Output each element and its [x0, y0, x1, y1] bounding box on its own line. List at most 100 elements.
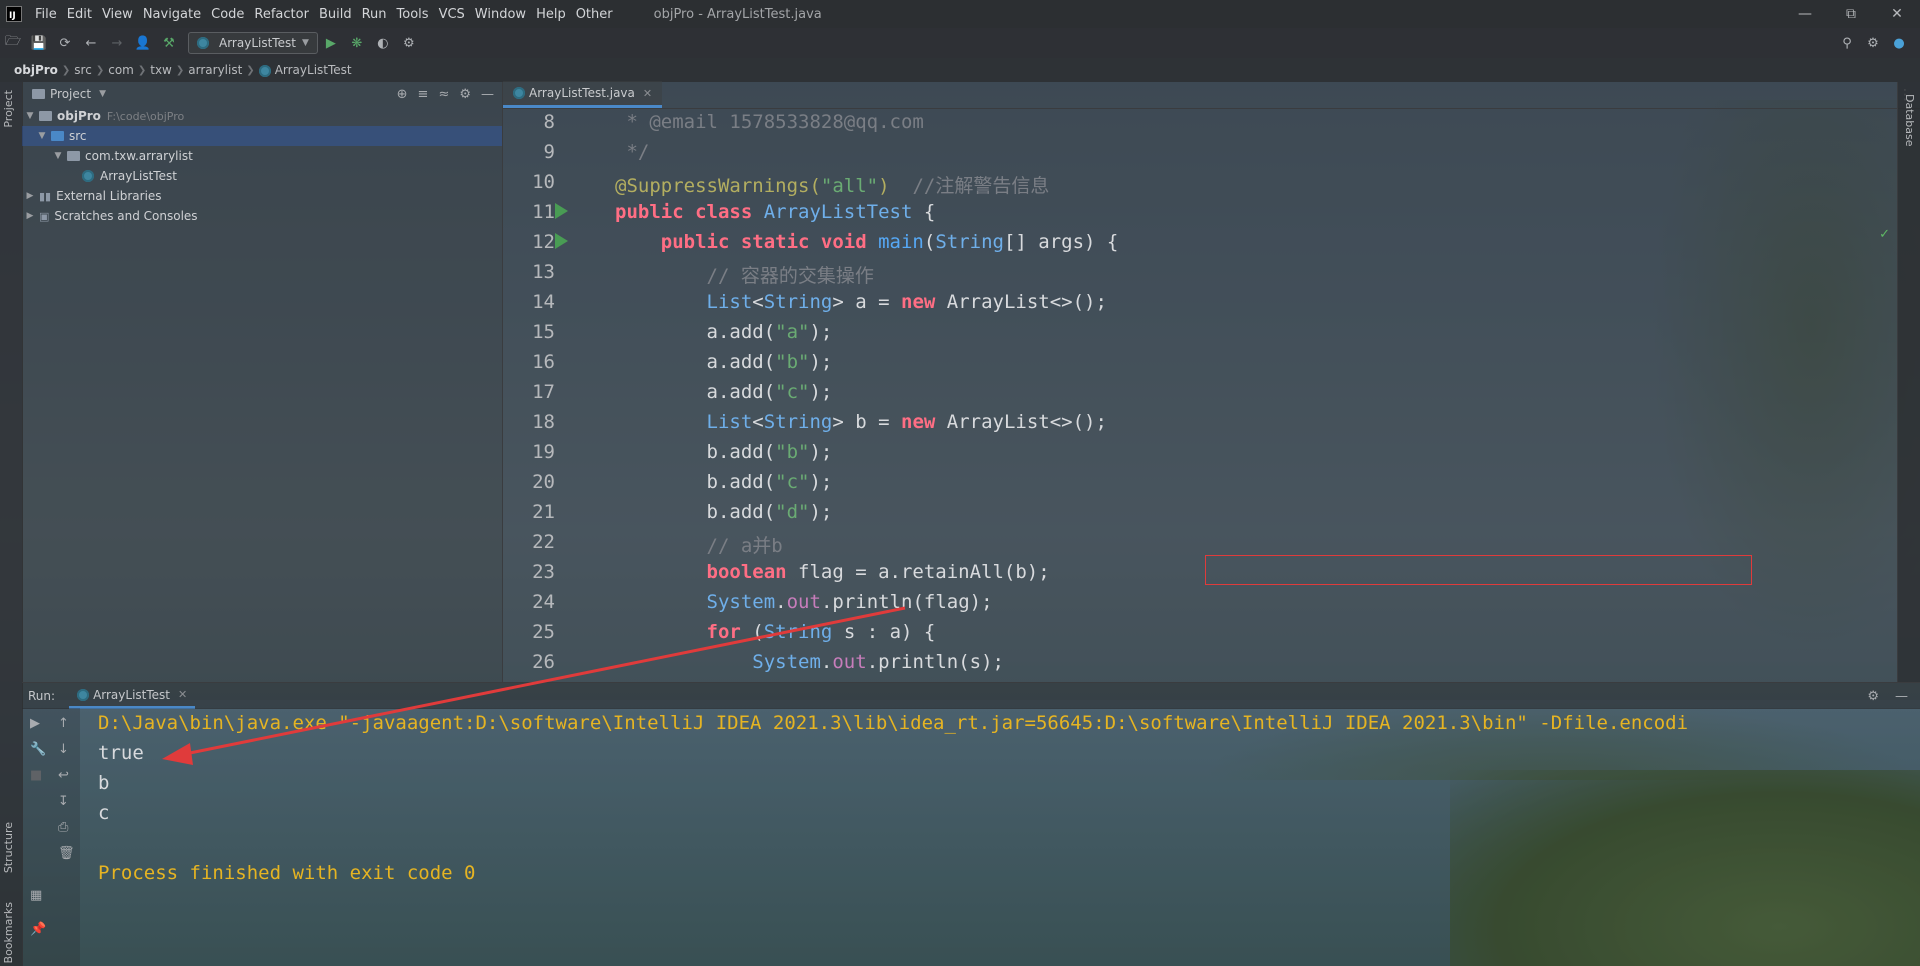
open-folder-icon[interactable]: 🗁 [2, 32, 24, 54]
code-line[interactable]: // a并b [615, 531, 783, 558]
code-line[interactable]: // 容器的交集操作 [615, 261, 874, 288]
menu-window[interactable]: Window [470, 7, 531, 22]
tree-item-project-root[interactable]: ▼ objPro F:\code\objPro [22, 106, 502, 126]
locate-icon[interactable]: ⊕ [397, 87, 408, 102]
database-tool-tab[interactable]: Database [1903, 94, 1916, 147]
wrench-icon[interactable]: 🔧 [30, 742, 46, 757]
breadcrumb-src[interactable]: src [70, 63, 96, 77]
menu-tools[interactable]: Tools [392, 7, 434, 22]
menu-navigate[interactable]: Navigate [138, 7, 206, 22]
tree-item-external-libraries[interactable]: ▶ ▮▮ External Libraries [22, 186, 502, 206]
close-window-icon[interactable]: ✕ [1874, 0, 1920, 28]
code-line[interactable]: @SuppressWarnings("all") //注解警告信息 [615, 171, 1049, 198]
up-arrow-icon[interactable]: ↑ [58, 716, 69, 731]
code-area[interactable]: ✓ 8 * @email 1578533828@qq.com 9 */ 10 @Sup… [503, 109, 1920, 682]
sync-icon[interactable]: ⟳ [54, 32, 76, 54]
code-line[interactable]: b.add("b"); [615, 441, 833, 463]
layout-icon[interactable]: ▦ [30, 888, 42, 903]
code-line[interactable]: b.add("d"); [615, 501, 833, 523]
code-token: List [615, 291, 753, 313]
menu-view[interactable]: View [97, 7, 138, 22]
inspection-ok-icon[interactable]: ✓ [1879, 227, 1890, 242]
menu-build[interactable]: Build [314, 7, 357, 22]
build-hammer-icon[interactable]: ⚒ [158, 32, 180, 54]
restore-icon[interactable]: ⧉ [1828, 0, 1874, 28]
code-line[interactable]: public static void main(String[] args) { [615, 231, 1119, 253]
bookmarks-tool-tab[interactable]: Bookmarks [2, 902, 15, 963]
run-configuration-selector[interactable]: ArrayListTest ▼ [188, 32, 318, 54]
menu-refactor[interactable]: Refactor [249, 7, 314, 22]
pin-icon[interactable]: 📌 [30, 922, 46, 937]
plugin-icon[interactable]: ● [1888, 32, 1910, 54]
code-line[interactable]: b.add("c"); [615, 471, 833, 493]
code-line[interactable]: for (String s : a) { [615, 621, 936, 643]
hide-icon[interactable]: — [1895, 689, 1908, 704]
coverage-icon[interactable]: ◐ [372, 32, 394, 54]
menu-other[interactable]: Other [571, 7, 618, 22]
breadcrumb-file[interactable]: ArrayListTest [255, 63, 356, 77]
breadcrumb-txw[interactable]: txw [146, 63, 176, 77]
rerun-icon[interactable]: ▶ [30, 716, 40, 731]
menu-help[interactable]: Help [531, 7, 571, 22]
save-icon[interactable]: 💾 [28, 32, 50, 54]
code-line[interactable]: * @email 1578533828@qq.com [615, 111, 923, 133]
profile-icon[interactable]: ⚙ [398, 32, 420, 54]
trash-icon[interactable]: 🗑 [58, 846, 75, 861]
code-token: < [752, 291, 764, 313]
soft-wrap-icon[interactable]: ↩ [58, 768, 69, 783]
expand-all-icon[interactable]: ≡ [418, 87, 429, 102]
forward-arrow-icon[interactable]: → [106, 32, 128, 54]
editor-tab-arraylisttest[interactable]: ArrayListTest.java ✕ [503, 81, 663, 108]
close-tab-icon[interactable]: ✕ [643, 87, 652, 100]
run-tab-arraylisttest[interactable]: ArrayListTest ✕ [69, 683, 196, 709]
tree-item-scratches[interactable]: ▶ ▣ Scratches and Consoles [22, 206, 502, 226]
stop-icon[interactable]: ■ [30, 768, 42, 783]
gear-icon[interactable]: ⚙ [1867, 689, 1879, 704]
code-line[interactable]: List<String> b = new ArrayList<>(); [615, 411, 1107, 433]
breadcrumb-project[interactable]: objPro [10, 63, 62, 77]
collapse-all-icon[interactable]: ≈ [438, 87, 449, 102]
breadcrumb-com[interactable]: com [104, 63, 138, 77]
chevron-down-icon[interactable]: ▼ [99, 89, 106, 99]
tree-item-package[interactable]: ▼ com.txw.arrarylist [22, 146, 502, 166]
code-line[interactable]: System.out.println(flag); [615, 591, 993, 613]
play-icon[interactable]: ▶ [320, 32, 342, 54]
run-main-gutter-icon[interactable] [555, 233, 568, 249]
code-line[interactable]: System.out.println(s); [615, 651, 1004, 673]
close-tab-icon[interactable]: ✕ [178, 688, 187, 701]
code-token: . [820, 651, 833, 673]
console-output[interactable]: D:\Java\bin\java.exe "-javaagent:D:\soft… [80, 708, 1920, 966]
intellij-logo-icon: IJ [6, 6, 22, 22]
structure-tool-tab[interactable]: Structure [2, 822, 15, 873]
code-token: String [763, 291, 833, 313]
project-panel-title[interactable]: Project [50, 87, 91, 101]
menu-edit[interactable]: Edit [62, 7, 97, 22]
menu-code[interactable]: Code [206, 7, 249, 22]
code-line[interactable]: boolean flag = a.retainAll(b); [615, 561, 1050, 583]
code-line[interactable]: public class ArrayListTest { [615, 201, 935, 223]
bug-icon[interactable]: ❋ [346, 32, 368, 54]
print-icon[interactable]: ⎙ [58, 820, 68, 835]
code-line[interactable]: a.add("a"); [615, 321, 833, 343]
scroll-to-end-icon[interactable]: ↧ [58, 794, 69, 809]
project-tool-tab[interactable]: Project [2, 90, 15, 128]
menu-run[interactable]: Run [357, 7, 392, 22]
code-line[interactable]: List<String> a = new ArrayList<>(); [615, 291, 1107, 313]
gear-icon[interactable]: ⚙ [459, 87, 471, 102]
menu-vcs[interactable]: VCS [434, 7, 470, 22]
tree-item-file[interactable]: ArrayListTest [22, 166, 502, 186]
menu-file[interactable]: File [30, 7, 62, 22]
run-class-gutter-icon[interactable] [555, 203, 568, 219]
user-icon[interactable]: 👤 [132, 32, 154, 54]
code-line[interactable]: a.add("c"); [615, 381, 833, 403]
code-line[interactable]: */ [615, 141, 649, 163]
minimize-icon[interactable]: — [1782, 0, 1828, 28]
tree-item-src[interactable]: ▼ src [22, 126, 502, 146]
code-line[interactable]: a.add("b"); [615, 351, 833, 373]
back-arrow-icon[interactable]: ← [80, 32, 102, 54]
down-arrow-icon[interactable]: ↓ [58, 742, 69, 757]
gear-icon[interactable]: ⚙ [1862, 32, 1884, 54]
breadcrumb-arrarylist[interactable]: arrarylist [184, 63, 246, 77]
hide-icon[interactable]: — [481, 87, 494, 102]
search-icon[interactable]: ⚲ [1836, 32, 1858, 54]
